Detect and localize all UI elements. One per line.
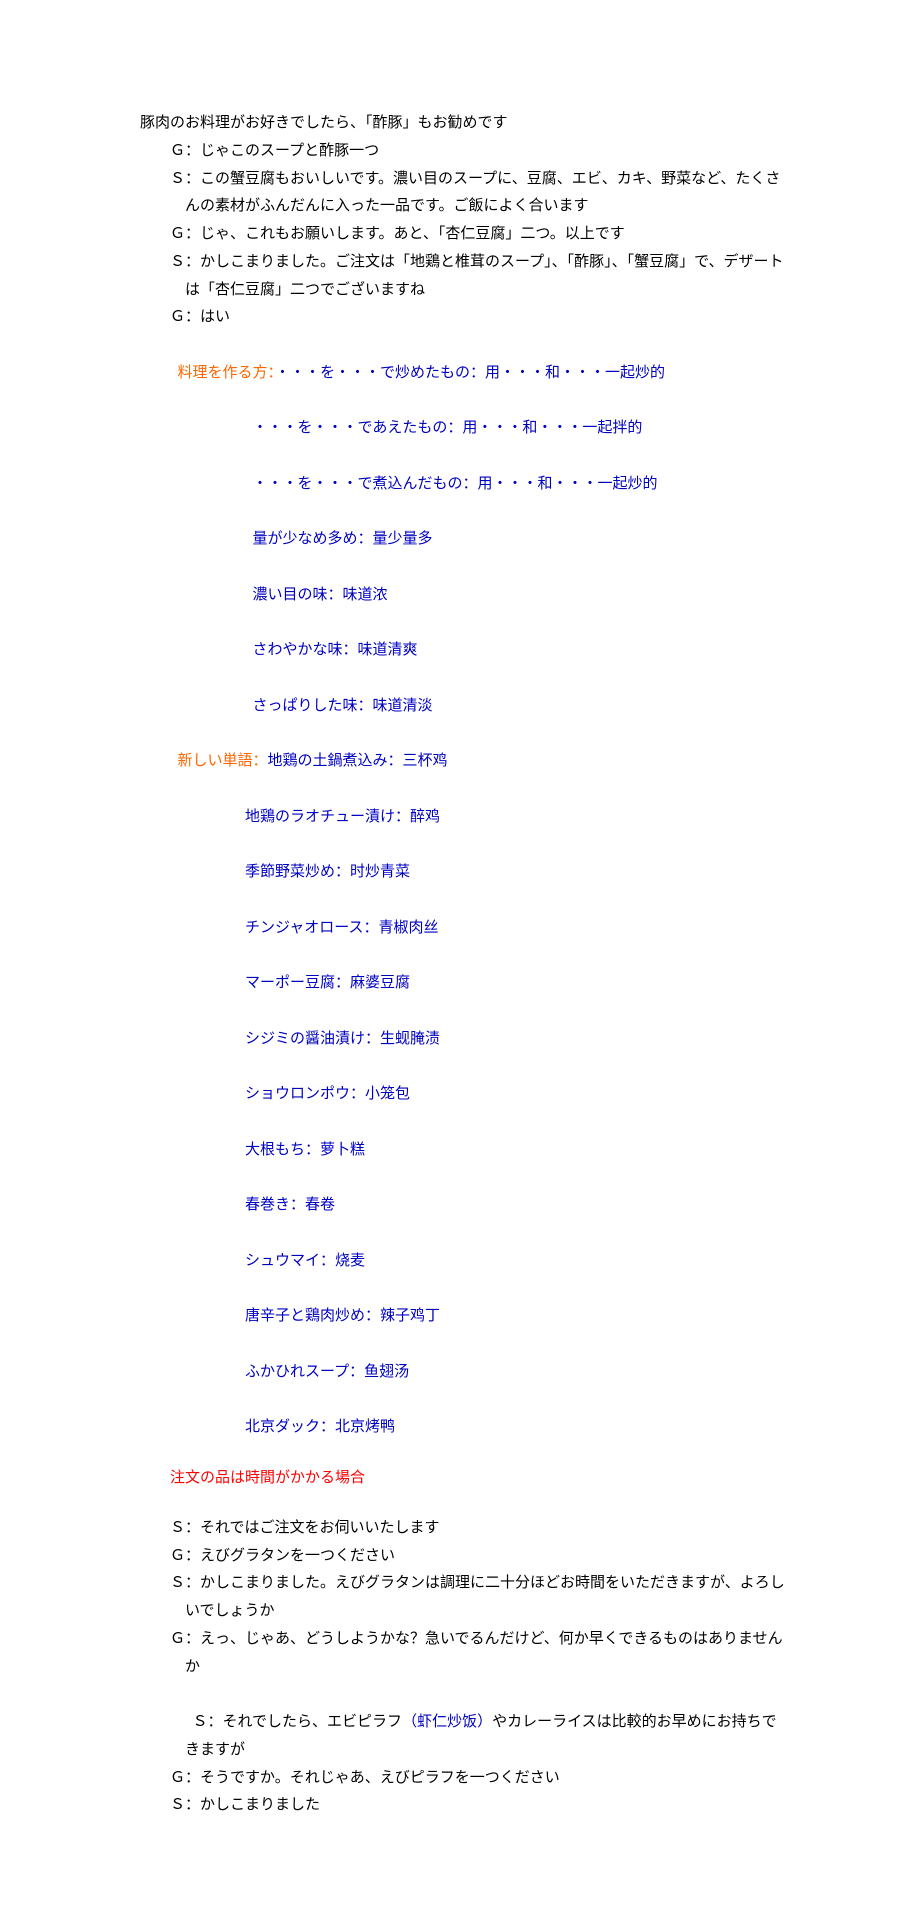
cooking-cn: 用・・・和・・・一起拌的 bbox=[462, 420, 642, 436]
cooking-cn: 用・・・和・・・一起炒的 bbox=[478, 476, 658, 492]
dialog-line: Ｇ：えっ、じゃあ、どうしようかな？急いでるんだけど、何か早くできるものはありませ… bbox=[140, 1626, 790, 1682]
cooking-jp: さわやかな味： bbox=[253, 642, 358, 658]
vocab-line: ショウロンポウ：小笼包 bbox=[140, 1054, 790, 1110]
vocab-line: 北京ダック：北京烤鸭 bbox=[140, 1387, 790, 1443]
vocab-cn: 萝卜糕 bbox=[320, 1142, 365, 1158]
vocab-line: ふかひれスープ：鱼翅汤 bbox=[140, 1331, 790, 1387]
cooking-jp: 濃い目の味： bbox=[253, 587, 343, 603]
dialog-paren: （虾仁炒饭） bbox=[402, 1714, 492, 1730]
vocab-line: チンジャオロース：青椒肉丝 bbox=[140, 887, 790, 943]
cooking-jp: さっぱりした味： bbox=[253, 698, 373, 714]
vocab-cn: 鱼翅汤 bbox=[364, 1364, 409, 1380]
vocab-jp: 季節野菜炒め： bbox=[245, 864, 350, 880]
vocab-line: 地鶏のラオチュー漬け：醉鸡 bbox=[140, 776, 790, 832]
vocab-cn: 烧麦 bbox=[335, 1253, 365, 1269]
vocab-jp: 唐辛子と鶏肉炒め： bbox=[245, 1308, 380, 1324]
cooking-cn: 用・・・和・・・一起炒的 bbox=[485, 365, 665, 381]
vocab-jp: チンジャオロース： bbox=[245, 920, 379, 936]
cooking-line: ・・・を・・・で煮込んだもの：用・・・和・・・一起炒的 bbox=[140, 443, 790, 499]
dialog-line: Ｇ：はい bbox=[140, 304, 790, 332]
vocab-jp: 北京ダック： bbox=[245, 1419, 335, 1435]
dialog-line: Ｇ：そうですか。それじゃあ、えびピラフを一つください bbox=[140, 1765, 790, 1793]
dialog-line: Ｓ：かしこまりました。ご注文は「地鶏と椎茸のスープ」、「酢豚」、「蟹豆腐」で、デ… bbox=[140, 249, 790, 305]
vocab-jp: ふかひれスープ： bbox=[245, 1364, 364, 1380]
vocab-cn: 时炒青菜 bbox=[350, 864, 410, 880]
dialog-line: Ｓ：この蟹豆腐もおいしいです。濃い目のスープに、豆腐、エビ、カキ、野菜など、たく… bbox=[140, 166, 790, 222]
vocab-line: 春巻き：春卷 bbox=[140, 1165, 790, 1221]
cooking-cn: 味道清爽 bbox=[358, 642, 418, 658]
vocab-jp: シュウマイ： bbox=[245, 1253, 335, 1269]
cooking-jp: ・・・を・・・で炒めたもの： bbox=[275, 365, 485, 381]
dialog-line: Ｇ：じゃ、これもお願いします。あと、「杏仁豆腐」二つ。以上です bbox=[140, 221, 790, 249]
cooking-jp: ・・・を・・・であえたもの： bbox=[253, 420, 463, 436]
cooking-line: さっぱりした味：味道清淡 bbox=[140, 665, 790, 721]
vocab-jp: 地鶏の土鍋煮込み： bbox=[268, 753, 403, 769]
vocab-jp: ショウロンポウ： bbox=[245, 1086, 365, 1102]
vocab-line: シュウマイ：烧麦 bbox=[140, 1220, 790, 1276]
dialog-line: Ｓ：それではご注文をお伺いいたします bbox=[140, 1515, 790, 1543]
cooking-cn: 味道清淡 bbox=[373, 698, 433, 714]
vocab-cn: 青椒肉丝 bbox=[379, 920, 439, 936]
spacer bbox=[140, 1492, 790, 1515]
dialog-line: 豚肉のお料理がお好きでしたら、「酢豚」もお勧めです bbox=[140, 110, 790, 138]
vocab-label: 新しい単語： bbox=[178, 753, 268, 769]
vocab-cn: 三杯鸡 bbox=[403, 753, 448, 769]
vocab-cn: 生蚬腌渍 bbox=[380, 1031, 440, 1047]
dialog-line: Ｓ：かしこまりました bbox=[140, 1792, 790, 1820]
vocab-jp: 大根もち： bbox=[245, 1142, 320, 1158]
cooking-line: さわやかな味：味道清爽 bbox=[140, 610, 790, 666]
spacer bbox=[140, 1442, 790, 1465]
cooking-line: 料理を作る方：・・・を・・・で炒めたもの：用・・・和・・・一起炒的 bbox=[140, 332, 790, 388]
dialog-line: Ｇ：じゃこのスープと酢豚一つ bbox=[140, 138, 790, 166]
section-heading: 注文の品は時間がかかる場合 bbox=[140, 1465, 790, 1493]
vocab-cn: 春卷 bbox=[305, 1197, 335, 1213]
vocab-cn: 小笼包 bbox=[365, 1086, 410, 1102]
vocab-line: 唐辛子と鶏肉炒め：辣子鸡丁 bbox=[140, 1276, 790, 1332]
vocab-jp: 春巻き： bbox=[245, 1197, 305, 1213]
vocab-jp: シジミの醤油漬け： bbox=[245, 1031, 380, 1047]
cooking-cn: 量少量多 bbox=[373, 531, 433, 547]
dialog-line: Ｓ：かしこまりました。えびグラタンは調理に二十分ほどお時間をいただきますが、よろ… bbox=[140, 1570, 790, 1626]
dialog-line: Ｇ：えびグラタンを一つください bbox=[140, 1543, 790, 1571]
vocab-line: 新しい単語：地鶏の土鍋煮込み：三杯鸡 bbox=[140, 721, 790, 777]
cooking-line: 量が少なめ多め：量少量多 bbox=[140, 499, 790, 555]
cooking-cn: 味道浓 bbox=[343, 587, 388, 603]
cooking-line: ・・・を・・・であえたもの：用・・・和・・・一起拌的 bbox=[140, 388, 790, 444]
vocab-jp: 地鶏のラオチュー漬け： bbox=[245, 809, 410, 825]
vocab-line: 季節野菜炒め：时炒青菜 bbox=[140, 832, 790, 888]
vocab-line: シジミの醤油漬け：生蚬腌渍 bbox=[140, 998, 790, 1054]
dialog-pre: Ｓ：それでしたら、エビピラフ bbox=[193, 1714, 403, 1730]
cooking-jp: ・・・を・・・で煮込んだもの： bbox=[253, 476, 478, 492]
dialog-line: Ｓ：それでしたら、エビピラフ（虾仁炒饭）やカレーライスは比較的お早めにお持ちでき… bbox=[140, 1681, 790, 1764]
cooking-jp: 量が少なめ多め： bbox=[253, 531, 373, 547]
vocab-cn: 北京烤鸭 bbox=[335, 1419, 395, 1435]
cooking-label: 料理を作る方： bbox=[178, 365, 276, 381]
vocab-line: 大根もち：萝卜糕 bbox=[140, 1109, 790, 1165]
vocab-cn: 辣子鸡丁 bbox=[380, 1308, 440, 1324]
vocab-cn: 醉鸡 bbox=[410, 809, 440, 825]
vocab-line: マーポー豆腐：麻婆豆腐 bbox=[140, 943, 790, 999]
cooking-line: 濃い目の味：味道浓 bbox=[140, 554, 790, 610]
vocab-cn: 麻婆豆腐 bbox=[350, 975, 410, 991]
vocab-jp: マーポー豆腐： bbox=[245, 975, 350, 991]
